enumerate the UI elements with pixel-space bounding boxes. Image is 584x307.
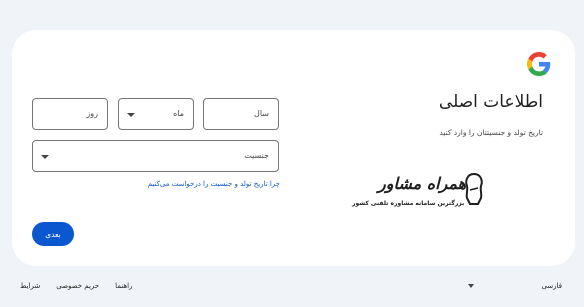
google-logo-icon (527, 52, 551, 76)
footer: فارسی راهنما حریم خصوصی شرایط (0, 276, 584, 296)
terms-link[interactable]: شرایط (20, 282, 40, 290)
language-selector[interactable]: فارسی (541, 282, 562, 290)
watermark-tagline: بزرگترین سامانه مشاوره تلفنی کشور (352, 200, 465, 207)
day-input[interactable]: روز (32, 98, 108, 130)
watermark-title: همراه مشاور (378, 174, 467, 193)
caret-down-icon (127, 113, 135, 117)
watermark-logo: همراه مشاور بزرگترین سامانه مشاوره تلفنی… (352, 172, 492, 234)
footer-links: راهنما حریم خصوصی شرایط (20, 282, 132, 290)
why-birthday-link[interactable]: چرا تاریخ تولد و جنسیت را درخواست می‌کنی… (148, 180, 280, 188)
day-label: روز (86, 109, 98, 118)
caret-down-icon (41, 155, 49, 159)
next-button[interactable]: بعدی (32, 222, 74, 246)
privacy-link[interactable]: حریم خصوصی (56, 282, 99, 290)
page-subtitle: تاریخ تولد و جنسیتتان را وارد کنید (439, 128, 543, 137)
gender-label: جنسیت (244, 151, 269, 160)
gender-select[interactable]: جنسیت (32, 140, 279, 172)
year-input[interactable]: سال (203, 98, 279, 130)
caret-down-icon[interactable] (468, 284, 474, 288)
month-select[interactable]: ماه (118, 98, 194, 130)
page-title: اطلاعات اصلی (438, 92, 543, 112)
month-label: ماه (173, 109, 184, 118)
signup-card: اطلاعات اصلی تاریخ تولد و جنسیتتان را وا… (12, 30, 575, 266)
year-label: سال (254, 109, 269, 118)
help-link[interactable]: راهنما (115, 282, 132, 290)
